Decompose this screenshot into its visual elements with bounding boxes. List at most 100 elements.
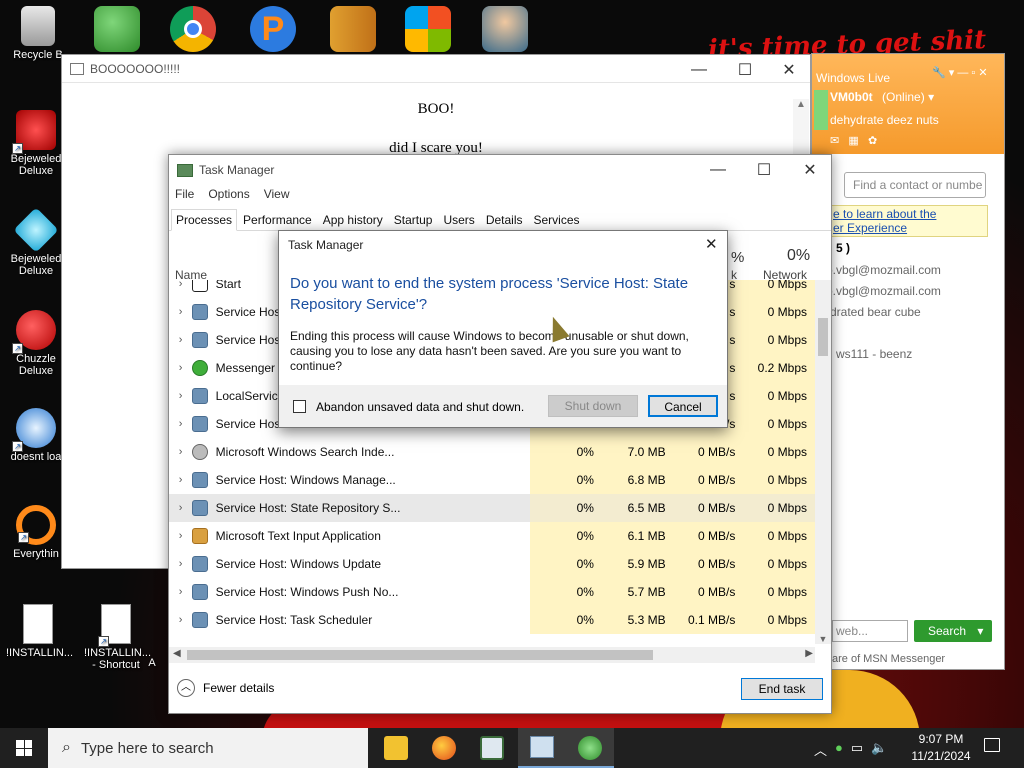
find-contact-input[interactable]: Find a contact or numbe [844,172,986,198]
end-task-button[interactable]: End task [741,678,823,700]
clock[interactable]: 9:07 PM 11/21/2024 [906,731,976,765]
desktop-icon-partial[interactable]: A [142,657,162,669]
expand-chevron-icon[interactable]: › [169,280,192,290]
expand-chevron-icon[interactable]: › [169,390,192,402]
expand-chevron-icon[interactable]: › [169,418,192,430]
p-app-icon[interactable]: P [250,6,296,52]
horizontal-scrollbar[interactable]: ◀ ▶ [169,647,815,663]
expand-chevron-icon[interactable]: › [169,306,192,318]
task-manager-taskbar-button[interactable] [518,728,566,768]
column-header-disk-pct[interactable]: % [731,249,744,266]
scrollbar-thumb[interactable] [818,318,828,356]
group-count: 5 ) [836,241,851,255]
character-icon[interactable] [482,6,528,52]
tab-processes[interactable]: Processes [171,209,238,231]
web-search-button[interactable]: Search ▾ [914,620,992,642]
recycle-bin-icon [21,6,55,46]
desktop-icon-doesnt-load[interactable]: ↗ doesnt loa [4,408,68,463]
abandon-checkbox[interactable] [293,400,306,413]
close-button[interactable]: ✕ [787,155,833,185]
msn-banner[interactable]: e to learn about the er Experience [828,205,988,237]
msn-window-controls[interactable]: 🔧 ▾ — ▫ ✕ [932,66,988,79]
contact-item[interactable]: drated bear cube [830,305,921,319]
scrollbar-thumb[interactable] [187,650,653,660]
checkbox-label[interactable]: Abandon unsaved data and shut down. [316,400,524,414]
tab-details[interactable]: Details [481,209,528,231]
process-memory: 6.1 MB [601,522,674,550]
file-explorer-icon[interactable] [384,736,408,760]
msn-personal-message[interactable]: dehydrate deez nuts [830,113,939,127]
msn-status[interactable]: (Online) [882,90,925,104]
minimize-button[interactable]: — [695,155,741,185]
expand-chevron-icon[interactable]: › [169,586,192,598]
messenger-taskbar-button[interactable] [566,728,614,768]
tab-performance[interactable]: Performance [238,209,317,231]
menu-options[interactable]: Options [208,187,249,201]
firefox-icon[interactable] [432,736,456,760]
table-row[interactable]: › Service Host: State Repository S... 0% 6.… [169,494,815,522]
cancel-button[interactable]: Cancel [648,395,718,417]
expand-chevron-icon[interactable]: › [169,614,192,626]
minimize-button[interactable]: — [676,55,722,85]
chevron-left-icon[interactable]: ◀ [173,648,181,659]
fewer-details-button[interactable]: ︿ Fewer details [177,679,274,697]
archive-icon[interactable] [330,6,376,52]
table-row[interactable]: › Microsoft Text Input Application 0% 6.1 M… [169,522,815,550]
maximize-button[interactable]: ☐ [741,155,787,185]
contact-item[interactable]: p.vbgl@mozmail.com [826,284,941,298]
expand-chevron-icon[interactable]: › [169,334,192,346]
table-row[interactable]: › Service Host: Task Scheduler 0% 5.3 MB 0.1… [169,606,815,634]
table-row[interactable]: › Service Host: Windows Push No... 0% 5.7 M… [169,578,815,606]
expand-chevron-icon[interactable]: › [169,530,192,542]
vertical-scrollbar[interactable]: ▼ [815,280,831,644]
tab-services[interactable]: Services [529,209,585,231]
desktop-icon-everything[interactable]: ↗ Everythin [4,505,68,560]
contact-item[interactable]: p.vbgl@mozmail.com [826,263,941,277]
table-row[interactable]: › Service Host: Windows Update 0% 5.9 MB 0 M… [169,550,815,578]
messenger-tray-icon[interactable]: ● [835,740,843,759]
expand-chevron-icon[interactable]: › [169,502,192,514]
contact-item[interactable]: ws111 - beenz [836,347,912,361]
table-row[interactable]: › Microsoft Windows Search Inde... 0% 7.0 M… [169,438,815,466]
table-row[interactable]: › Service Host: Windows Manage... 0% 6.8 MB… [169,466,815,494]
tab-app-history[interactable]: App history [318,209,388,231]
taskbar-search-box[interactable]: ⌕ Type here to search [48,728,368,768]
notepad-icon[interactable] [480,736,504,760]
expand-chevron-icon[interactable]: › [169,558,192,570]
desktop-icon-bejeweled-2[interactable]: Bejeweled Deluxe [4,207,68,277]
desktop-icon-recycle-bin[interactable]: Recycle B [6,6,70,61]
menu-file[interactable]: File [175,187,194,201]
web-search-input[interactable]: web... [832,620,908,642]
desktop-icon-chuzzle[interactable]: ↗ Chuzzle Deluxe [4,310,68,377]
chevron-down-icon[interactable]: ▼ [815,634,831,644]
expand-chevron-icon[interactable]: › [169,446,192,458]
windows-shield-icon[interactable] [405,6,451,52]
close-icon[interactable]: ✕ [705,235,718,253]
network-icon[interactable]: ▭ [851,740,863,759]
maximize-button[interactable]: ☐ [722,55,768,85]
chevron-up-icon[interactable]: ︿ [814,740,827,759]
menu-view[interactable]: View [264,187,290,201]
chevron-right-icon[interactable]: ▶ [805,648,813,659]
close-button[interactable]: ✕ [766,55,812,85]
avatar[interactable] [814,90,828,130]
notification-icon[interactable] [984,738,1000,752]
msn-toolbar-icons[interactable]: ✉ ▦ ✿ [830,134,877,147]
desktop-icon-bejeweled-1[interactable]: ↗ Bejeweled Deluxe [4,110,68,177]
expand-chevron-icon[interactable]: › [169,474,192,486]
start-button[interactable] [0,728,48,768]
tab-startup[interactable]: Startup [389,209,438,231]
chrome-icon[interactable] [170,6,216,52]
shut-down-button[interactable]: Shut down [548,395,638,417]
msn-username[interactable]: VM0b0t [830,90,873,104]
process-cpu: 0% [530,578,602,606]
chevron-down-icon[interactable]: ▾ [977,624,983,638]
speaker-icon[interactable]: 🔈 [871,740,887,759]
chevron-up-icon[interactable]: ▲ [793,99,809,110]
column-header-network-pct[interactable]: 0% [787,247,810,265]
tab-users[interactable]: Users [438,209,479,231]
messenger-people-icon[interactable] [94,6,140,52]
desktop-icon-installing-shortcut[interactable]: ↗ !INSTALLIN... - Shortcut [84,604,151,671]
desktop-icon-installing[interactable]: !INSTALLIN... [6,604,73,659]
expand-chevron-icon[interactable]: › [169,362,192,374]
